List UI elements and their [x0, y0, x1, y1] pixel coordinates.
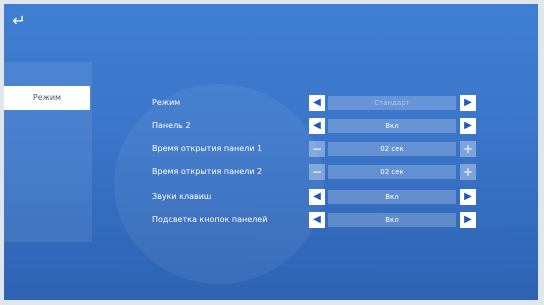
setting-row-panel-2: Панель 2 ◀ Вкл ▶ — [152, 117, 482, 135]
plus-icon[interactable]: + — [460, 141, 476, 157]
setting-label: Время открытия панели 2 — [152, 167, 263, 176]
triangle-left-icon[interactable]: ◀ — [309, 212, 325, 228]
setting-row-panel-2-open-time: Время открытия панели 2 − 02 сек + — [152, 163, 482, 181]
setting-label: Подсветка кнопок панелей — [152, 215, 268, 224]
setting-value: Вкл — [328, 119, 456, 133]
triangle-left-icon[interactable]: ◀ — [309, 118, 325, 134]
triangle-right-icon[interactable]: ▶ — [460, 189, 476, 205]
setting-label: Режим — [152, 98, 181, 107]
setting-label: Звуки клавиш — [152, 192, 212, 201]
setting-value: Вкл — [328, 190, 456, 204]
triangle-left-icon[interactable]: ◀ — [309, 189, 325, 205]
plus-icon[interactable]: + — [460, 164, 476, 180]
sidebar: Режим — [4, 62, 92, 242]
setting-row-panel-1-open-time: Время открытия панели 1 − 02 сек + — [152, 140, 482, 158]
setting-value: 02 сек — [328, 165, 456, 179]
triangle-right-icon[interactable]: ▶ — [460, 95, 476, 111]
setting-label: Панель 2 — [152, 121, 191, 130]
setting-row-button-backlight: Подсветка кнопок панелей ◀ Вкл ▶ — [152, 211, 482, 229]
setting-value: 02 сек — [328, 142, 456, 156]
triangle-right-icon[interactable]: ▶ — [460, 212, 476, 228]
setting-label: Время открытия панели 1 — [152, 144, 263, 153]
triangle-right-icon[interactable]: ▶ — [460, 118, 476, 134]
setting-row-mode: Режим ◀ Стандарт ▶ — [152, 94, 482, 112]
sidebar-item-mode[interactable]: Режим — [4, 86, 90, 110]
minus-icon[interactable]: − — [309, 141, 325, 157]
setting-value: Стандарт — [328, 96, 456, 110]
back-arrow-icon[interactable]: ↵ — [8, 10, 30, 32]
settings-screen: ↵ Режим Режим ◀ Стандарт ▶ Панель 2 ◀ Вк… — [4, 4, 538, 300]
setting-row-key-sounds: Звуки клавиш ◀ Вкл ▶ — [152, 188, 482, 206]
setting-value: Вкл — [328, 213, 456, 227]
triangle-left-icon[interactable]: ◀ — [309, 95, 325, 111]
minus-icon[interactable]: − — [309, 164, 325, 180]
